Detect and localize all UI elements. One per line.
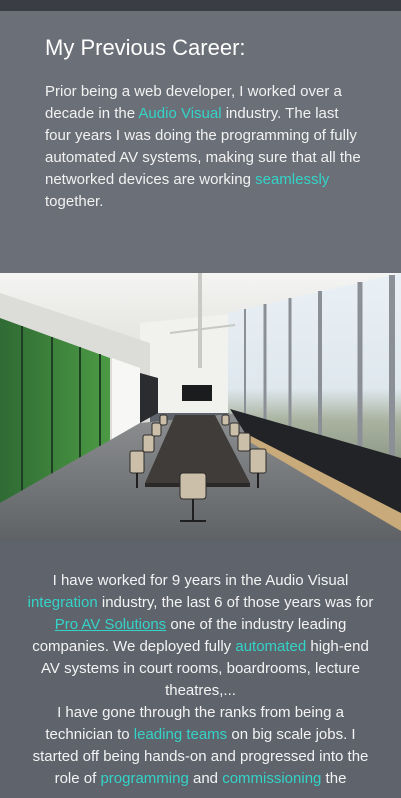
previous-career-section: My Previous Career: Prior being a web de… (0, 11, 401, 273)
experience-section: I have worked for 9 years in the Audio V… (0, 541, 401, 790)
experience-text: and (188, 770, 223, 787)
experience-text: I have worked for 9 years in the Audio V… (52, 572, 349, 589)
pro-av-solutions-link[interactable]: Pro AV Solutions (55, 616, 166, 633)
programming-link[interactable]: programming (100, 770, 188, 787)
boardroom-photo (0, 273, 401, 541)
commissioning-link[interactable]: commissioning (222, 770, 321, 787)
career-text: together. (45, 193, 104, 210)
section-heading: My Previous Career: (45, 35, 246, 60)
leading-teams-link[interactable]: leading teams (134, 726, 227, 743)
integration-link[interactable]: integration (28, 594, 98, 611)
career-progress-paragraph: I have gone through the ranks from being… (24, 702, 377, 790)
experience-text: industry, the last 6 of those years was … (97, 594, 374, 611)
automated-link[interactable]: automated (235, 638, 306, 655)
experience-text: the (321, 770, 347, 787)
experience-paragraph: I have worked for 9 years in the Audio V… (24, 570, 377, 702)
audio-visual-link[interactable]: Audio Visual (138, 105, 221, 122)
career-paragraph: Prior being a web developer, I worked ov… (45, 81, 367, 213)
seamlessly-link[interactable]: seamlessly (255, 171, 329, 188)
top-bar (0, 0, 401, 11)
